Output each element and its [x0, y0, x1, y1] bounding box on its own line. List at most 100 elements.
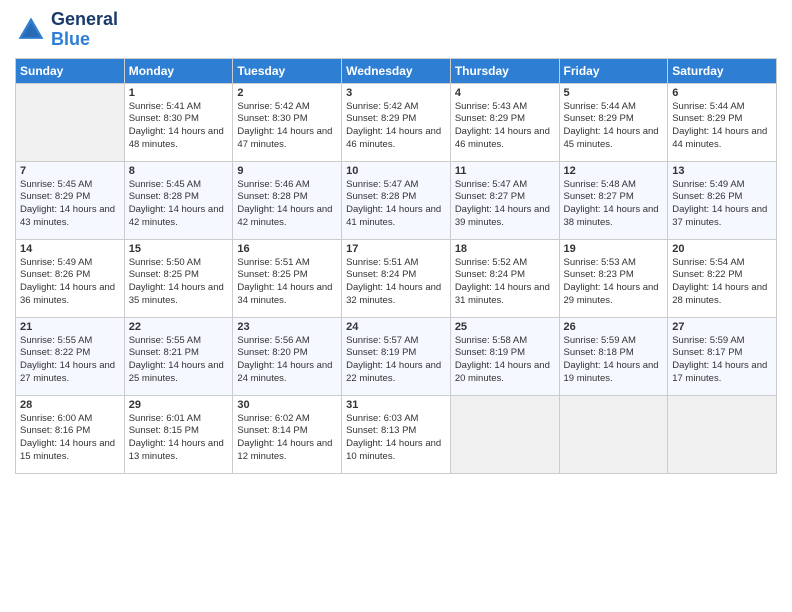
day-info: Sunrise: 5:58 AM Sunset: 8:19 PM Dayligh…: [455, 335, 555, 386]
day-number: 22: [129, 321, 229, 333]
day-number: 5: [564, 87, 664, 99]
header: General Blue: [15, 10, 777, 50]
calendar-cell: 16 Sunrise: 5:51 AM Sunset: 8:25 PM Dayli…: [233, 239, 342, 317]
day-info: Sunrise: 5:42 AM Sunset: 8:29 PM Dayligh…: [346, 101, 446, 152]
calendar-cell: 26Sunrise: 5:59 AM Sunset: 8:18 PM Dayli…: [559, 317, 668, 395]
weekday-header: Friday: [559, 58, 668, 83]
day-number: 14: [20, 243, 120, 255]
calendar-table: SundayMondayTuesdayWednesdayThursdayFrid…: [15, 58, 777, 474]
day-number: 18: [455, 243, 555, 255]
day-info: Sunrise: 5:53 AM Sunset: 8:23 PM Dayligh…: [564, 257, 664, 308]
day-info: Sunrise: 5:48 AM Sunset: 8:27 PM Dayligh…: [564, 179, 664, 230]
calendar-cell: 27Sunrise: 5:59 AM Sunset: 8:17 PM Dayli…: [668, 317, 777, 395]
day-info: Sunrise: 5:51 AM Sunset: 8:25 PM Dayligh…: [237, 257, 337, 308]
day-number: 21: [20, 321, 120, 333]
calendar-cell: 11 Sunrise: 5:47 AM Sunset: 8:27 PM Dayli…: [450, 161, 559, 239]
calendar-cell: 7 Sunrise: 5:45 AM Sunset: 8:29 PM Daylig…: [16, 161, 125, 239]
calendar-cell: 18 Sunrise: 5:52 AM Sunset: 8:24 PM Dayli…: [450, 239, 559, 317]
calendar-cell: 4 Sunrise: 5:43 AM Sunset: 8:29 PM Daylig…: [450, 83, 559, 161]
day-info: Sunrise: 5:47 AM Sunset: 8:28 PM Dayligh…: [346, 179, 446, 230]
day-number: 6: [672, 87, 772, 99]
calendar-cell: 28Sunrise: 6:00 AM Sunset: 8:16 PM Dayli…: [16, 395, 125, 473]
day-number: 7: [20, 165, 120, 177]
weekday-header: Monday: [124, 58, 233, 83]
day-info: Sunrise: 5:59 AM Sunset: 8:18 PM Dayligh…: [564, 335, 664, 386]
calendar-week-row: 7 Sunrise: 5:45 AM Sunset: 8:29 PM Daylig…: [16, 161, 777, 239]
day-info: Sunrise: 5:45 AM Sunset: 8:28 PM Dayligh…: [129, 179, 229, 230]
calendar-cell: 19Sunrise: 5:53 AM Sunset: 8:23 PM Dayli…: [559, 239, 668, 317]
calendar-cell: 25 Sunrise: 5:58 AM Sunset: 8:19 PM Dayli…: [450, 317, 559, 395]
day-number: 20: [672, 243, 772, 255]
day-number: 25: [455, 321, 555, 333]
day-info: Sunrise: 5:55 AM Sunset: 8:22 PM Dayligh…: [20, 335, 120, 386]
calendar-cell: 14 Sunrise: 5:49 AM Sunset: 8:26 PM Dayli…: [16, 239, 125, 317]
calendar-cell: 9 Sunrise: 5:46 AM Sunset: 8:28 PM Daylig…: [233, 161, 342, 239]
day-number: 15: [129, 243, 229, 255]
day-info: Sunrise: 5:41 AM Sunset: 8:30 PM Dayligh…: [129, 101, 229, 152]
day-number: 13: [672, 165, 772, 177]
day-number: 17: [346, 243, 446, 255]
day-info: Sunrise: 6:01 AM Sunset: 8:15 PM Dayligh…: [129, 413, 229, 464]
day-number: 16: [237, 243, 337, 255]
day-info: Sunrise: 5:51 AM Sunset: 8:24 PM Dayligh…: [346, 257, 446, 308]
day-info: Sunrise: 5:47 AM Sunset: 8:27 PM Dayligh…: [455, 179, 555, 230]
day-number: 10: [346, 165, 446, 177]
calendar-cell: 24 Sunrise: 5:57 AM Sunset: 8:19 PM Dayli…: [342, 317, 451, 395]
day-number: 24: [346, 321, 446, 333]
day-number: 30: [237, 399, 337, 411]
calendar-cell: 21 Sunrise: 5:55 AM Sunset: 8:22 PM Dayli…: [16, 317, 125, 395]
calendar-cell: 3 Sunrise: 5:42 AM Sunset: 8:29 PM Daylig…: [342, 83, 451, 161]
day-info: Sunrise: 5:57 AM Sunset: 8:19 PM Dayligh…: [346, 335, 446, 386]
calendar-cell: 2 Sunrise: 5:42 AM Sunset: 8:30 PM Daylig…: [233, 83, 342, 161]
calendar-cell: [450, 395, 559, 473]
day-info: Sunrise: 5:52 AM Sunset: 8:24 PM Dayligh…: [455, 257, 555, 308]
calendar-cell: [668, 395, 777, 473]
day-info: Sunrise: 5:42 AM Sunset: 8:30 PM Dayligh…: [237, 101, 337, 152]
calendar-body: 1 Sunrise: 5:41 AM Sunset: 8:30 PM Daylig…: [16, 83, 777, 473]
logo-text: General Blue: [51, 10, 118, 50]
calendar-cell: 12Sunrise: 5:48 AM Sunset: 8:27 PM Dayli…: [559, 161, 668, 239]
day-info: Sunrise: 5:43 AM Sunset: 8:29 PM Dayligh…: [455, 101, 555, 152]
day-info: Sunrise: 5:49 AM Sunset: 8:26 PM Dayligh…: [672, 179, 772, 230]
weekday-header: Tuesday: [233, 58, 342, 83]
calendar-week-row: 28Sunrise: 6:00 AM Sunset: 8:16 PM Dayli…: [16, 395, 777, 473]
weekday-header: Sunday: [16, 58, 125, 83]
day-number: 1: [129, 87, 229, 99]
day-info: Sunrise: 5:59 AM Sunset: 8:17 PM Dayligh…: [672, 335, 772, 386]
calendar-cell: 20 Sunrise: 5:54 AM Sunset: 8:22 PM Dayli…: [668, 239, 777, 317]
day-number: 11: [455, 165, 555, 177]
calendar-cell: 1 Sunrise: 5:41 AM Sunset: 8:30 PM Daylig…: [124, 83, 233, 161]
day-number: 9: [237, 165, 337, 177]
day-info: Sunrise: 5:44 AM Sunset: 8:29 PM Dayligh…: [564, 101, 664, 152]
day-info: Sunrise: 5:54 AM Sunset: 8:22 PM Dayligh…: [672, 257, 772, 308]
calendar-cell: 5 Sunrise: 5:44 AM Sunset: 8:29 PM Daylig…: [559, 83, 668, 161]
day-number: 8: [129, 165, 229, 177]
calendar-cell: 17 Sunrise: 5:51 AM Sunset: 8:24 PM Dayli…: [342, 239, 451, 317]
calendar-cell: 15 Sunrise: 5:50 AM Sunset: 8:25 PM Dayli…: [124, 239, 233, 317]
calendar-cell: 22 Sunrise: 5:55 AM Sunset: 8:21 PM Dayli…: [124, 317, 233, 395]
calendar-header: SundayMondayTuesdayWednesdayThursdayFrid…: [16, 58, 777, 83]
calendar-cell: 6Sunrise: 5:44 AM Sunset: 8:29 PM Daylig…: [668, 83, 777, 161]
logo-icon: [15, 14, 47, 46]
weekday-header: Saturday: [668, 58, 777, 83]
day-number: 3: [346, 87, 446, 99]
day-number: 23: [237, 321, 337, 333]
calendar-week-row: 14 Sunrise: 5:49 AM Sunset: 8:26 PM Dayli…: [16, 239, 777, 317]
day-number: 29: [129, 399, 229, 411]
weekday-header: Thursday: [450, 58, 559, 83]
calendar-cell: 23Sunrise: 5:56 AM Sunset: 8:20 PM Dayli…: [233, 317, 342, 395]
calendar-cell: 13 Sunrise: 5:49 AM Sunset: 8:26 PM Dayli…: [668, 161, 777, 239]
day-info: Sunrise: 5:50 AM Sunset: 8:25 PM Dayligh…: [129, 257, 229, 308]
day-number: 4: [455, 87, 555, 99]
day-info: Sunrise: 5:55 AM Sunset: 8:21 PM Dayligh…: [129, 335, 229, 386]
day-info: Sunrise: 5:49 AM Sunset: 8:26 PM Dayligh…: [20, 257, 120, 308]
day-info: Sunrise: 5:45 AM Sunset: 8:29 PM Dayligh…: [20, 179, 120, 230]
day-info: Sunrise: 5:46 AM Sunset: 8:28 PM Dayligh…: [237, 179, 337, 230]
day-info: Sunrise: 6:03 AM Sunset: 8:13 PM Dayligh…: [346, 413, 446, 464]
calendar-week-row: 21 Sunrise: 5:55 AM Sunset: 8:22 PM Dayli…: [16, 317, 777, 395]
day-number: 2: [237, 87, 337, 99]
weekday-header: Wednesday: [342, 58, 451, 83]
calendar-cell: 30Sunrise: 6:02 AM Sunset: 8:14 PM Dayli…: [233, 395, 342, 473]
page: General Blue SundayMondayTuesdayWednesda…: [0, 0, 792, 612]
calendar-week-row: 1 Sunrise: 5:41 AM Sunset: 8:30 PM Daylig…: [16, 83, 777, 161]
